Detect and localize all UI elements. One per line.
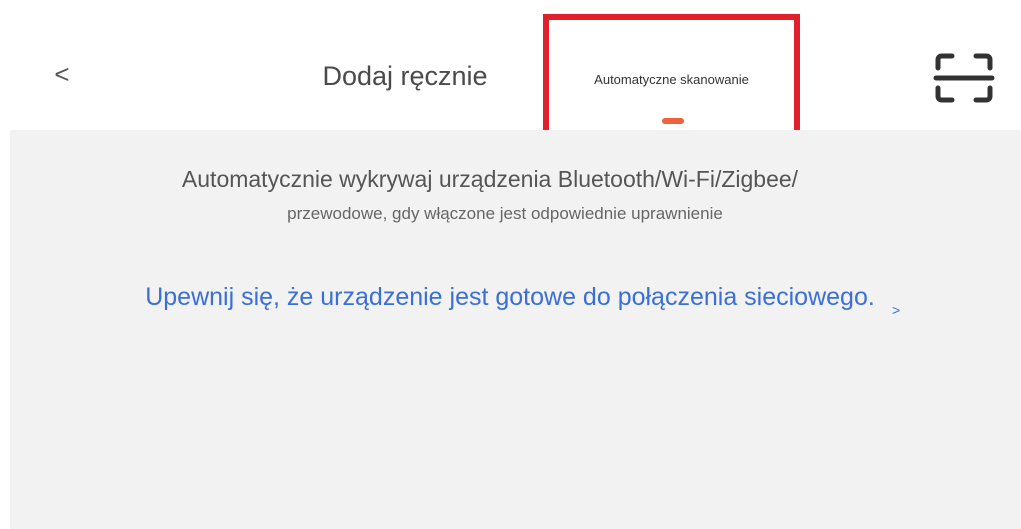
- active-tab-indicator: [662, 118, 684, 124]
- chevron-right-icon: >: [892, 302, 901, 318]
- tab-auto-scan-label: Automatyczne skanowanie: [594, 72, 749, 87]
- scan-frame-icon: [933, 53, 995, 103]
- back-button[interactable]: <: [44, 52, 80, 96]
- description-line-1: Automatycznie wykrywaj urządzenia Blueto…: [181, 166, 799, 192]
- tab-auto-scan[interactable]: Automatyczne skanowanie: [543, 14, 800, 142]
- add-device-screen: < Dodaj ręcznie Automatyczne skanowanie …: [0, 0, 1021, 529]
- tab-add-manually-label: Dodaj ręcznie: [322, 60, 488, 91]
- auto-scan-panel: Automatycznie wykrywaj urządzenia Blueto…: [10, 130, 1021, 529]
- scan-qr-button[interactable]: [932, 52, 996, 104]
- device-ready-link[interactable]: Upewnij się, że urządzenie jest gotowe d…: [110, 280, 910, 314]
- back-chevron-icon: <: [54, 59, 70, 89]
- top-bar: < Dodaj ręcznie Automatyczne skanowanie: [0, 0, 1021, 142]
- tab-add-manually[interactable]: Dodaj ręcznie: [300, 54, 510, 98]
- description-line-2: przewodowe, gdy włączone jest odpowiedni…: [287, 204, 723, 223]
